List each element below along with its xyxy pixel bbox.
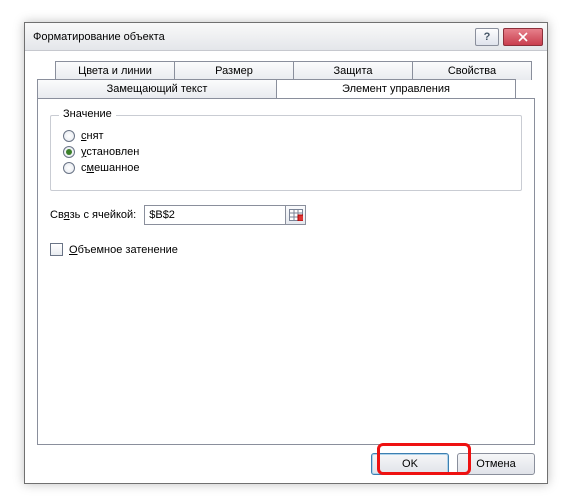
- tab-panel-control: Значение снят установлен смешанное Связь…: [37, 98, 535, 445]
- ok-button[interactable]: OK: [371, 453, 449, 475]
- range-picker-button[interactable]: [285, 206, 305, 224]
- grid-icon: [289, 209, 303, 221]
- radio-mixed[interactable]: [63, 162, 75, 174]
- radio-checked-label: установлен: [81, 146, 139, 158]
- value-legend: Значение: [59, 108, 116, 120]
- dialog-window: Форматирование объекта ? Цвета и линии Р…: [24, 22, 548, 484]
- tab-size[interactable]: Размер: [174, 61, 294, 80]
- radio-mixed-label: смешанное: [81, 162, 140, 174]
- window-title: Форматирование объекта: [33, 31, 471, 43]
- tab-protection[interactable]: Защита: [293, 61, 413, 80]
- tab-strip: Цвета и линии Размер Защита Свойства Зам…: [37, 61, 535, 99]
- tab-properties[interactable]: Свойства: [412, 61, 532, 80]
- shading-checkbox[interactable]: [50, 243, 63, 256]
- cell-link-control: [144, 205, 306, 225]
- radio-off-rest: нят: [87, 130, 104, 142]
- cell-link-input[interactable]: [145, 206, 285, 224]
- shading-label: Объемное затенение: [69, 244, 178, 256]
- radio-on-rest: становлен: [86, 146, 139, 158]
- tab-control[interactable]: Элемент управления: [276, 79, 516, 98]
- titlebar: Форматирование объекта ?: [25, 23, 547, 51]
- tab-colors-lines[interactable]: Цвета и линии: [55, 61, 175, 80]
- dialog-footer: OK Отмена: [37, 445, 535, 475]
- cancel-button[interactable]: Отмена: [457, 453, 535, 475]
- radio-unchecked-label: снят: [81, 130, 104, 142]
- radio-checked[interactable]: [63, 146, 75, 158]
- radio-mixed-rest: ешанное: [94, 162, 139, 174]
- help-button[interactable]: ?: [475, 28, 499, 46]
- close-button[interactable]: [503, 28, 543, 46]
- tab-alt-text[interactable]: Замещающий текст: [37, 79, 277, 98]
- value-group: Значение снят установлен смешанное: [50, 115, 522, 191]
- cell-link-label: Связь с ячейкой:: [50, 209, 136, 221]
- radio-unchecked[interactable]: [63, 130, 75, 142]
